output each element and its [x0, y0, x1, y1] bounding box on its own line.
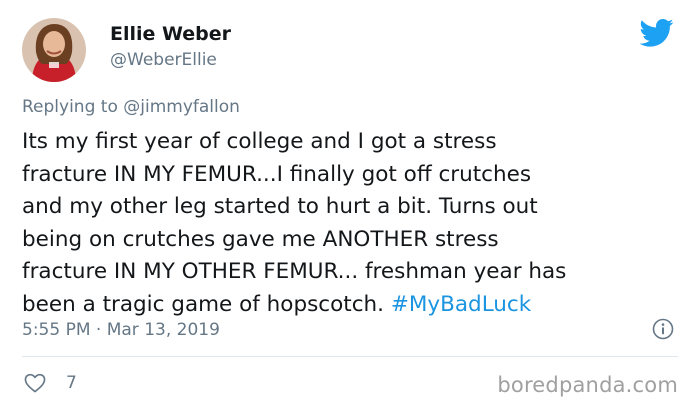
tweet-header: Ellie Weber @WeberEllie: [22, 18, 682, 82]
reply-prefix: Replying to: [22, 97, 124, 117]
watermark: boredpanda.com: [497, 373, 678, 397]
twitter-bird-icon[interactable]: [640, 18, 674, 48]
display-name[interactable]: Ellie Weber: [110, 22, 231, 46]
avatar-image: [22, 18, 86, 82]
reply-context: Replying to @jimmyfallon: [22, 96, 240, 118]
divider: [22, 356, 678, 357]
info-icon[interactable]: [652, 318, 674, 340]
heart-icon[interactable]: [24, 373, 46, 393]
tweet-text: Its my first year of college and I got a…: [22, 126, 672, 321]
tweet-timestamp[interactable]: 5:55 PM · Mar 13, 2019: [22, 319, 220, 341]
user-handle[interactable]: @WeberEllie: [110, 48, 231, 72]
avatar[interactable]: [22, 18, 86, 82]
like-count: 7: [66, 373, 77, 393]
tweet-body: Its my first year of college and I got a…: [22, 129, 567, 317]
hashtag-link[interactable]: #MyBadLuck: [391, 292, 531, 317]
reply-mention-link[interactable]: @jimmyfallon: [123, 97, 240, 117]
